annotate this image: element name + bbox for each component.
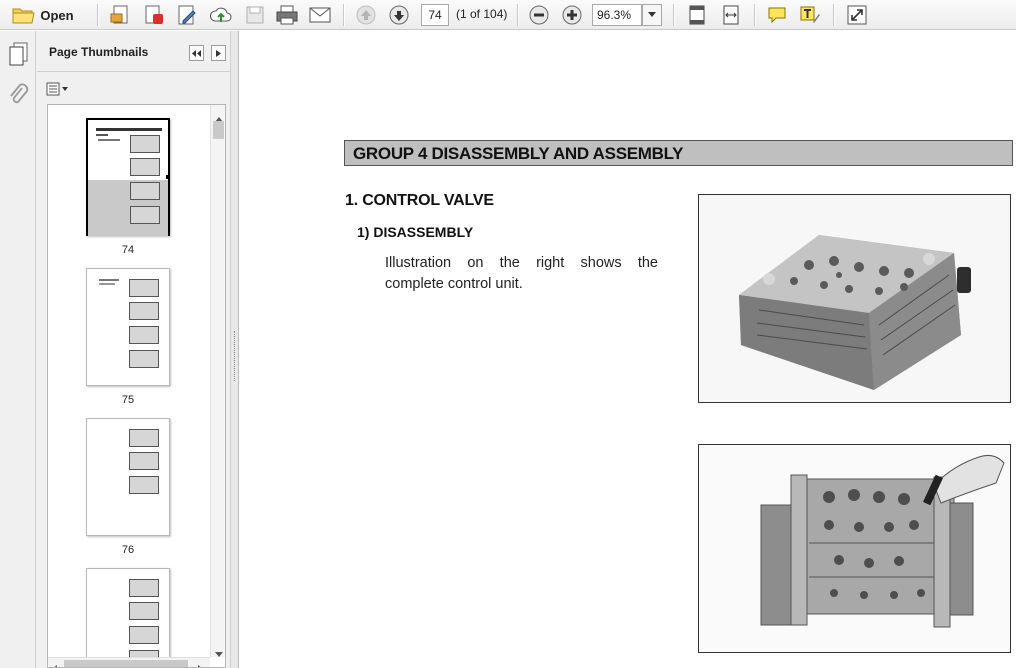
- thumbnail-list: 74 75 76: [47, 104, 226, 668]
- plus-circle-icon: [562, 5, 582, 25]
- thumbnails-panel: Page Thumbnails 74 75 76: [37, 31, 230, 668]
- fit-page-icon: [689, 5, 705, 25]
- printer-icon: [276, 5, 298, 25]
- collapse-panel-button[interactable]: [189, 45, 204, 61]
- upload-button[interactable]: [208, 3, 234, 27]
- comment-button[interactable]: [764, 3, 790, 27]
- arrow-up-circle-icon: [356, 5, 376, 25]
- envelope-icon: [309, 7, 331, 23]
- thumbnail-vertical-scrollbar[interactable]: [210, 105, 225, 657]
- page-thumbnails-icon: [9, 42, 28, 66]
- thumbnail-label: 76: [121, 544, 135, 556]
- control-valve-photo: [698, 194, 1011, 403]
- convert-pdf-button[interactable]: [142, 3, 166, 27]
- floppy-disk-icon: [246, 6, 264, 24]
- fit-width-button[interactable]: [718, 3, 744, 27]
- body-paragraph: Illustration on the right shows the comp…: [385, 255, 658, 292]
- open-label: Open: [40, 7, 74, 23]
- zoom-dropdown-button[interactable]: [642, 4, 662, 26]
- navigation-pane: Page Thumbnails 74 75 76: [0, 31, 238, 668]
- scroll-right-arrow-icon[interactable]: [198, 660, 204, 667]
- navigation-strip: [0, 31, 36, 668]
- save-button[interactable]: [243, 3, 267, 27]
- control-valve-image: [699, 195, 1010, 402]
- scroll-down-arrow-icon[interactable]: [215, 645, 223, 663]
- edit-button[interactable]: [175, 3, 199, 27]
- text-highlight-icon: [800, 6, 820, 23]
- options-menu-icon: [46, 82, 68, 96]
- thumbnail-page-76[interactable]: [86, 418, 170, 536]
- thumbnail-page-74[interactable]: [86, 118, 170, 236]
- chevron-down-icon: [648, 12, 656, 17]
- create-pdf-button[interactable]: [109, 3, 133, 27]
- thumbnail-label: 74: [121, 244, 135, 256]
- pdf-create-icon: [110, 5, 128, 24]
- scroll-left-arrow-icon[interactable]: [51, 660, 57, 667]
- vertical-scroll-thumb[interactable]: [213, 121, 224, 139]
- page-number-input[interactable]: 74: [421, 4, 449, 26]
- group-header: GROUP 4 DISASSEMBLY AND ASSEMBLY: [344, 140, 1013, 166]
- print-button[interactable]: [274, 3, 300, 27]
- cloud-upload-icon: [209, 7, 232, 22]
- folder-icon: [12, 8, 35, 24]
- paperclip-icon: [10, 83, 29, 104]
- expand-icon: [847, 5, 867, 25]
- disassembly-image: [699, 445, 1010, 652]
- section-title: 1. CONTROL VALVE: [345, 192, 494, 209]
- thumbnail-horizontal-scrollbar[interactable]: [48, 657, 210, 667]
- zoom-in-button[interactable]: [560, 3, 584, 27]
- zoom-out-button[interactable]: [527, 3, 551, 27]
- attachments-tab[interactable]: [8, 83, 30, 114]
- horizontal-scroll-thumb[interactable]: [64, 660, 188, 667]
- expand-panel-button[interactable]: [211, 45, 226, 61]
- pdf-convert-icon: [145, 5, 163, 24]
- previous-page-button[interactable]: [354, 3, 378, 27]
- document-view: GROUP 4 DISASSEMBLY AND ASSEMBLY 1. CONT…: [238, 31, 1016, 668]
- thumbnail-page-75[interactable]: [86, 268, 170, 386]
- highlight-text-button[interactable]: [797, 3, 823, 27]
- pdf-viewer-window: Open 74 (1 of 104) 96.3% Page Thumbnails…: [0, 0, 1016, 668]
- thumbnail-label: 75: [121, 394, 135, 406]
- double-chevron-left-icon: [192, 49, 201, 57]
- chevron-right-icon: [215, 49, 221, 57]
- thumbnail-page-next[interactable]: [86, 568, 170, 667]
- open-button[interactable]: Open: [6, 3, 80, 27]
- speech-bubble-icon: [768, 7, 786, 24]
- fit-page-button[interactable]: [684, 3, 710, 27]
- panel-title: Page Thumbnails: [49, 45, 149, 59]
- pane-splitter[interactable]: [230, 31, 238, 668]
- email-button[interactable]: [307, 3, 333, 27]
- next-page-button[interactable]: [387, 3, 411, 27]
- edit-document-icon: [178, 5, 196, 25]
- minus-circle-icon: [529, 5, 549, 25]
- full-screen-button[interactable]: [844, 3, 870, 27]
- disassembly-photo: [698, 444, 1011, 653]
- arrow-down-circle-icon: [389, 5, 409, 25]
- zoom-level-field[interactable]: 96.3%: [592, 4, 642, 26]
- fit-width-icon: [723, 5, 739, 25]
- page-count-label: (1 of 104): [456, 7, 508, 21]
- toolbar: Open 74 (1 of 104) 96.3%: [0, 0, 1016, 30]
- subsection-title: 1) DISASSEMBLY: [357, 224, 474, 240]
- page-thumbnails-tab[interactable]: [8, 41, 30, 72]
- thumbnail-options-button[interactable]: [46, 80, 72, 98]
